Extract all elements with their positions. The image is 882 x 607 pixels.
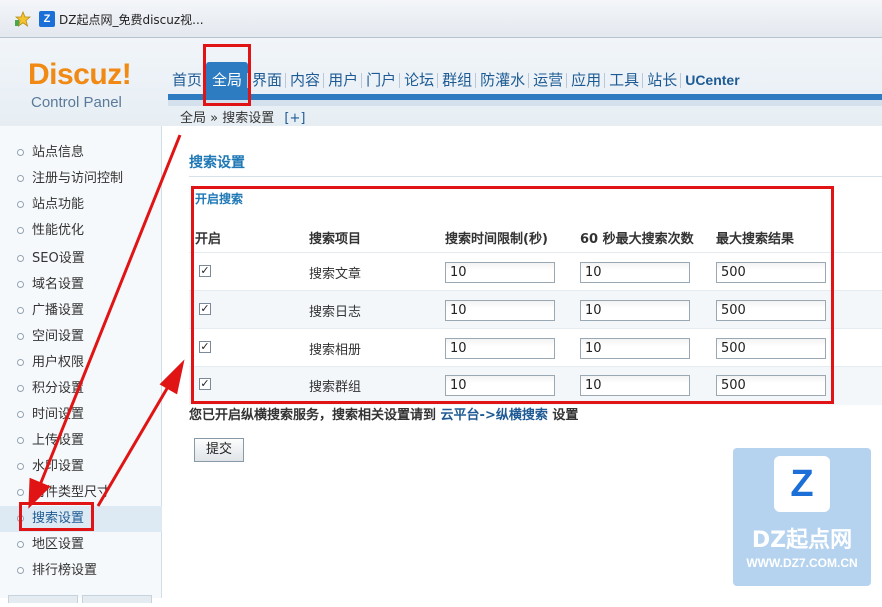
nav-item-interface[interactable]: 界面: [247, 65, 286, 95]
nav-item-portal[interactable]: 门户: [361, 65, 400, 95]
watermark-url: WWW.DZ7.COM.CN: [746, 556, 858, 570]
bullet-icon: [17, 255, 24, 262]
dz7-watermark: Z DZ起点网 WWW.DZ7.COM.CN: [733, 448, 871, 586]
nav-subbar: [168, 100, 882, 106]
sidebar-item-seo[interactable]: SEO设置: [0, 246, 162, 272]
dz-logo-icon: Z: [39, 11, 55, 27]
cloud-search-notice: 您已开启纵横搜索服务，搜索相关设置请到 云平台->纵横搜索 设置: [189, 404, 578, 423]
sidebar-item-space[interactable]: 空间设置: [0, 324, 162, 350]
breadcrumb-separator: »: [210, 111, 219, 126]
nav-item-content[interactable]: 内容: [285, 65, 324, 95]
sidebar-item-label: 站点功能: [32, 197, 85, 212]
sidebar-item-label: 水印设置: [32, 459, 85, 474]
nav-item-operations[interactable]: 运营: [528, 65, 567, 95]
annotation-box-global: [203, 44, 251, 106]
nav-item-tools[interactable]: 工具: [604, 65, 643, 95]
sidebar-item-register-access[interactable]: 注册与访问控制: [0, 166, 162, 192]
sidebar-item-label: 时间设置: [32, 407, 85, 422]
logo-word: Discuz!: [28, 58, 132, 91]
sidebar-item-watermark[interactable]: 水印设置: [0, 454, 162, 480]
bullet-icon: [17, 175, 24, 182]
sidebar-item-time[interactable]: 时间设置: [0, 402, 162, 428]
nav-item-groups[interactable]: 群组: [437, 65, 476, 95]
sidebar-item-label: 注册与访问控制: [32, 171, 124, 186]
cloud-search-link[interactable]: 云平台->纵横搜索: [441, 408, 548, 423]
notice-text: 您已开启纵横搜索服务，搜索相关设置请到: [189, 408, 437, 423]
sidebar-item-user-permissions[interactable]: 用户权限: [0, 350, 162, 376]
watermark-name: DZ起点网: [751, 528, 853, 553]
sidebar-item-label: 站点信息: [32, 145, 85, 160]
nav-item-apps[interactable]: 应用: [566, 65, 605, 95]
bullet-icon: [17, 385, 24, 392]
breadcrumb-current: 搜索设置: [222, 111, 275, 126]
sidebar-item-performance[interactable]: 性能优化: [0, 218, 162, 244]
arrow-head-icon: [159, 359, 185, 395]
sidebar-item-credits[interactable]: 积分设置: [0, 376, 162, 402]
bullet-icon: [17, 281, 24, 288]
bullet-icon: [17, 411, 24, 418]
sidebar-item-region[interactable]: 地区设置: [0, 532, 162, 558]
breadcrumb-parent[interactable]: 全局: [180, 111, 206, 126]
sidebar-item-broadcast[interactable]: 广播设置: [0, 298, 162, 324]
favorites-star-icon[interactable]: [15, 11, 31, 27]
sidebar-item-label: 排行榜设置: [32, 563, 98, 578]
bullet-icon: [17, 307, 24, 314]
bullet-icon: [17, 489, 24, 496]
bullet-icon: [17, 333, 24, 340]
bullet-icon: [17, 149, 24, 156]
bullet-icon: [17, 437, 24, 444]
divider: [189, 176, 882, 177]
sidebar-item-label: 附件类型尺寸: [32, 485, 111, 500]
sidebar-item-label: 地区设置: [32, 537, 85, 552]
sidebar-item-upload[interactable]: 上传设置: [0, 428, 162, 454]
nav-item-forum[interactable]: 论坛: [399, 65, 438, 95]
nav-item-ucenter[interactable]: UCenter: [680, 65, 743, 95]
browser-tab-bar: Z DZ起点网_免费discuz视...: [0, 0, 882, 38]
sidebar-item-label: SEO设置: [32, 251, 85, 266]
sidebar-item-label: 广播设置: [32, 303, 85, 318]
sidebar-item-site-info[interactable]: 站点信息: [0, 140, 162, 166]
bullet-icon: [17, 463, 24, 470]
sidebar-item-label: 域名设置: [32, 277, 85, 292]
annotation-box-search-settings: [19, 502, 94, 531]
sidebar-item-label: 积分设置: [32, 381, 85, 396]
sidebar-footer-tabs[interactable]: [8, 592, 154, 603]
notice-text: 设置: [552, 408, 579, 423]
admin-header: Discuz! Control Panel 首页 全局 界面 内容 用户 门户 …: [0, 38, 882, 126]
sidebar-item-ranking[interactable]: 排行榜设置: [0, 558, 162, 584]
submit-button[interactable]: 提交: [194, 438, 244, 462]
sidebar-item-site-features[interactable]: 站点功能: [0, 192, 162, 218]
bullet-icon: [17, 567, 24, 574]
discuz-logo: Discuz! Control Panel: [0, 52, 162, 124]
sidebar-item-label: 性能优化: [32, 223, 85, 238]
bullet-icon: [17, 227, 24, 234]
browser-tab-title[interactable]: DZ起点网_免费discuz视...: [59, 11, 204, 28]
sidebar-item-label: 空间设置: [32, 329, 85, 344]
nav-item-users[interactable]: 用户: [323, 65, 362, 95]
add-shortcut-link[interactable]: [+]: [284, 111, 305, 126]
nav-item-home[interactable]: 首页: [168, 65, 206, 95]
logo-subtitle: Control Panel: [31, 94, 122, 111]
sidebar-item-label: 用户权限: [32, 355, 85, 370]
annotation-box-search-table: [191, 186, 834, 404]
breadcrumb: 全局 » 搜索设置 [+]: [180, 107, 305, 126]
nav-item-webmaster[interactable]: 站长: [642, 65, 681, 95]
page-title: 搜索设置: [189, 155, 245, 171]
sidebar-item-domain[interactable]: 域名设置: [0, 272, 162, 298]
dz-logo-icon: Z: [774, 456, 830, 512]
bullet-icon: [17, 359, 24, 366]
nav-item-antispam[interactable]: 防灌水: [475, 65, 529, 95]
bullet-icon: [17, 201, 24, 208]
bullet-icon: [17, 541, 24, 548]
sidebar-item-label: 上传设置: [32, 433, 85, 448]
